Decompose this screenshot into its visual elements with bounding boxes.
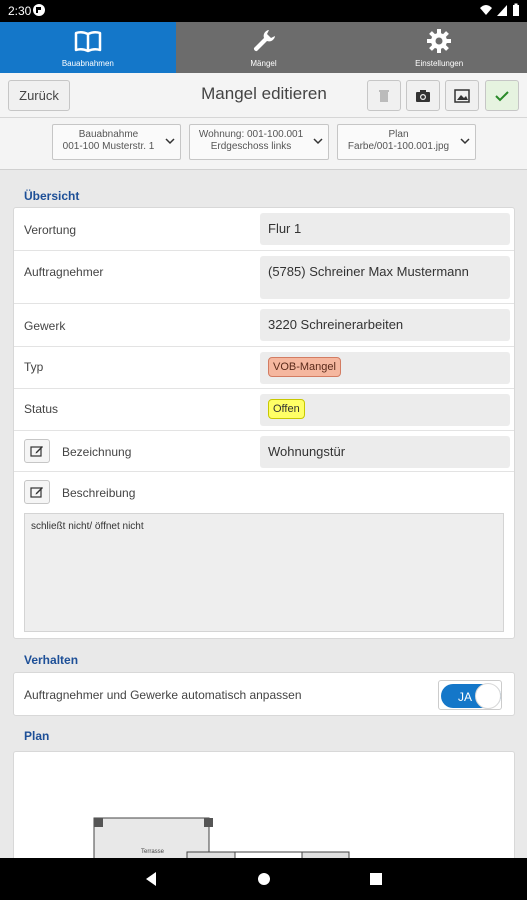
signal-icon [497, 5, 507, 16]
bezeichnung-label: Bezeichnung [62, 445, 132, 459]
wifi-icon [480, 5, 492, 15]
row-verortung: Verortung Flur 1 [14, 208, 514, 251]
toolbar: Zurück Mangel editieren [0, 73, 527, 118]
wohnung-select[interactable]: Wohnung: 001-100.001 Erdgeschoss links [189, 124, 329, 160]
android-nav-bar [0, 858, 527, 900]
floor-plan[interactable]: Terrasse [14, 752, 514, 862]
beschreibung-textarea[interactable]: schließt nicht/ öffnet nicht [24, 513, 504, 632]
plan-marker [204, 818, 213, 827]
row-status: Status Offen [14, 389, 514, 431]
app-notification-icon [33, 4, 45, 16]
check-icon [495, 90, 509, 101]
typ-badge: VOB-Mangel [268, 357, 341, 377]
gewerk-label: Gewerk [24, 319, 66, 333]
book-icon [74, 27, 102, 55]
status-time: 2:30 [8, 4, 32, 18]
row-auftragnehmer: Auftragnehmer (5785) Schreiner Max Muste… [14, 251, 514, 304]
status-label: Status [24, 402, 59, 416]
battery-icon [513, 3, 519, 16]
row-bezeichnung: Bezeichnung Wohnungstür [14, 431, 514, 472]
beschreibung-label: Beschreibung [62, 486, 136, 500]
status-bar: 2:30 [0, 0, 527, 22]
status-field[interactable]: Offen [260, 394, 510, 426]
edit-beschreibung-button[interactable] [24, 480, 50, 504]
auftragnehmer-field[interactable]: (5785) Schreiner Max Mustermann [260, 256, 510, 299]
overview-section-title: Übersicht [24, 189, 80, 203]
image-icon [454, 88, 470, 103]
back-button[interactable]: Zurück [8, 80, 70, 111]
row-typ: Typ VOB-Mangel [14, 347, 514, 389]
plan-marker [94, 818, 103, 827]
bauabnahme-select-line1: Bauabnahme [78, 129, 139, 140]
typ-field[interactable]: VOB-Mangel [260, 352, 510, 384]
plan-select[interactable]: Plan Farbe/001-100.001.jpg [337, 124, 476, 160]
edit-bezeichnung-button[interactable] [24, 439, 50, 463]
tab-maengel-label: Mängel [250, 59, 277, 68]
chevron-down-icon [460, 138, 470, 145]
gear-icon [425, 27, 453, 55]
bezeichnung-field[interactable]: Wohnungstür [260, 436, 510, 468]
wrench-icon [250, 27, 278, 55]
edit-icon [30, 446, 43, 457]
status-badge: Offen [268, 399, 305, 419]
tab-bauabnahmen[interactable]: Bauabnahmen [0, 22, 176, 73]
plan-room-label: Terrasse [141, 849, 165, 855]
save-button[interactable] [485, 80, 519, 111]
wohnung-select-line2: Erdgeschoss links [210, 141, 292, 152]
home-nav-icon[interactable] [257, 871, 271, 887]
verhalten-card: Auftragnehmer und Gewerke automatisch an… [13, 672, 515, 716]
auto-adjust-label: Auftragnehmer und Gewerke automatisch an… [24, 688, 302, 702]
edit-icon [30, 487, 43, 498]
trash-icon [379, 89, 389, 102]
auto-adjust-toggle[interactable]: JA [438, 680, 502, 710]
camera-icon [416, 89, 430, 102]
tab-maengel[interactable]: Mängel [176, 22, 352, 73]
row-gewerk: Gewerk 3220 Schreinerarbeiten [14, 304, 514, 347]
camera-button[interactable] [406, 80, 440, 111]
main-tab-bar: Bauabnahmen Mängel Einstellungen [0, 22, 527, 73]
tab-einstellungen[interactable]: Einstellungen [351, 22, 527, 73]
image-button[interactable] [445, 80, 479, 111]
verortung-field[interactable]: Flur 1 [260, 213, 510, 245]
wohnung-select-line1: Wohnung: 001-100.001 [198, 129, 304, 140]
gewerk-field[interactable]: 3220 Schreinerarbeiten [260, 309, 510, 341]
plan-card: Terrasse [13, 751, 515, 862]
recents-nav-icon[interactable] [369, 871, 383, 887]
verhalten-section-title: Verhalten [24, 653, 79, 667]
tab-einstellungen-label: Einstellungen [415, 59, 464, 68]
chevron-down-icon [165, 138, 175, 145]
delete-button[interactable] [367, 80, 401, 111]
bauabnahme-select-line2: 001-100 Musterstr. 1 [62, 141, 155, 152]
verortung-label: Verortung [24, 223, 77, 237]
typ-label: Typ [24, 360, 44, 374]
selector-row: Bauabnahme 001-100 Musterstr. 1 Wohnung:… [0, 118, 527, 170]
toggle-text: JA [458, 690, 473, 704]
overview-card: Verortung Flur 1 Auftragnehmer (5785) Sc… [13, 207, 515, 639]
page-title: Mangel editieren [201, 84, 327, 103]
chevron-down-icon [313, 138, 323, 145]
plan-select-line2: Farbe/001-100.001.jpg [347, 141, 450, 152]
toggle-track: JA [441, 683, 501, 709]
back-nav-icon[interactable] [144, 871, 158, 887]
bauabnahme-select[interactable]: Bauabnahme 001-100 Musterstr. 1 [52, 124, 181, 160]
plan-select-line1: Plan [388, 129, 409, 140]
plan-section-title: Plan [24, 729, 50, 743]
toggle-knob [475, 683, 501, 709]
auftragnehmer-label: Auftragnehmer [24, 265, 104, 279]
tab-bauabnahmen-label: Bauabnahmen [61, 59, 114, 68]
